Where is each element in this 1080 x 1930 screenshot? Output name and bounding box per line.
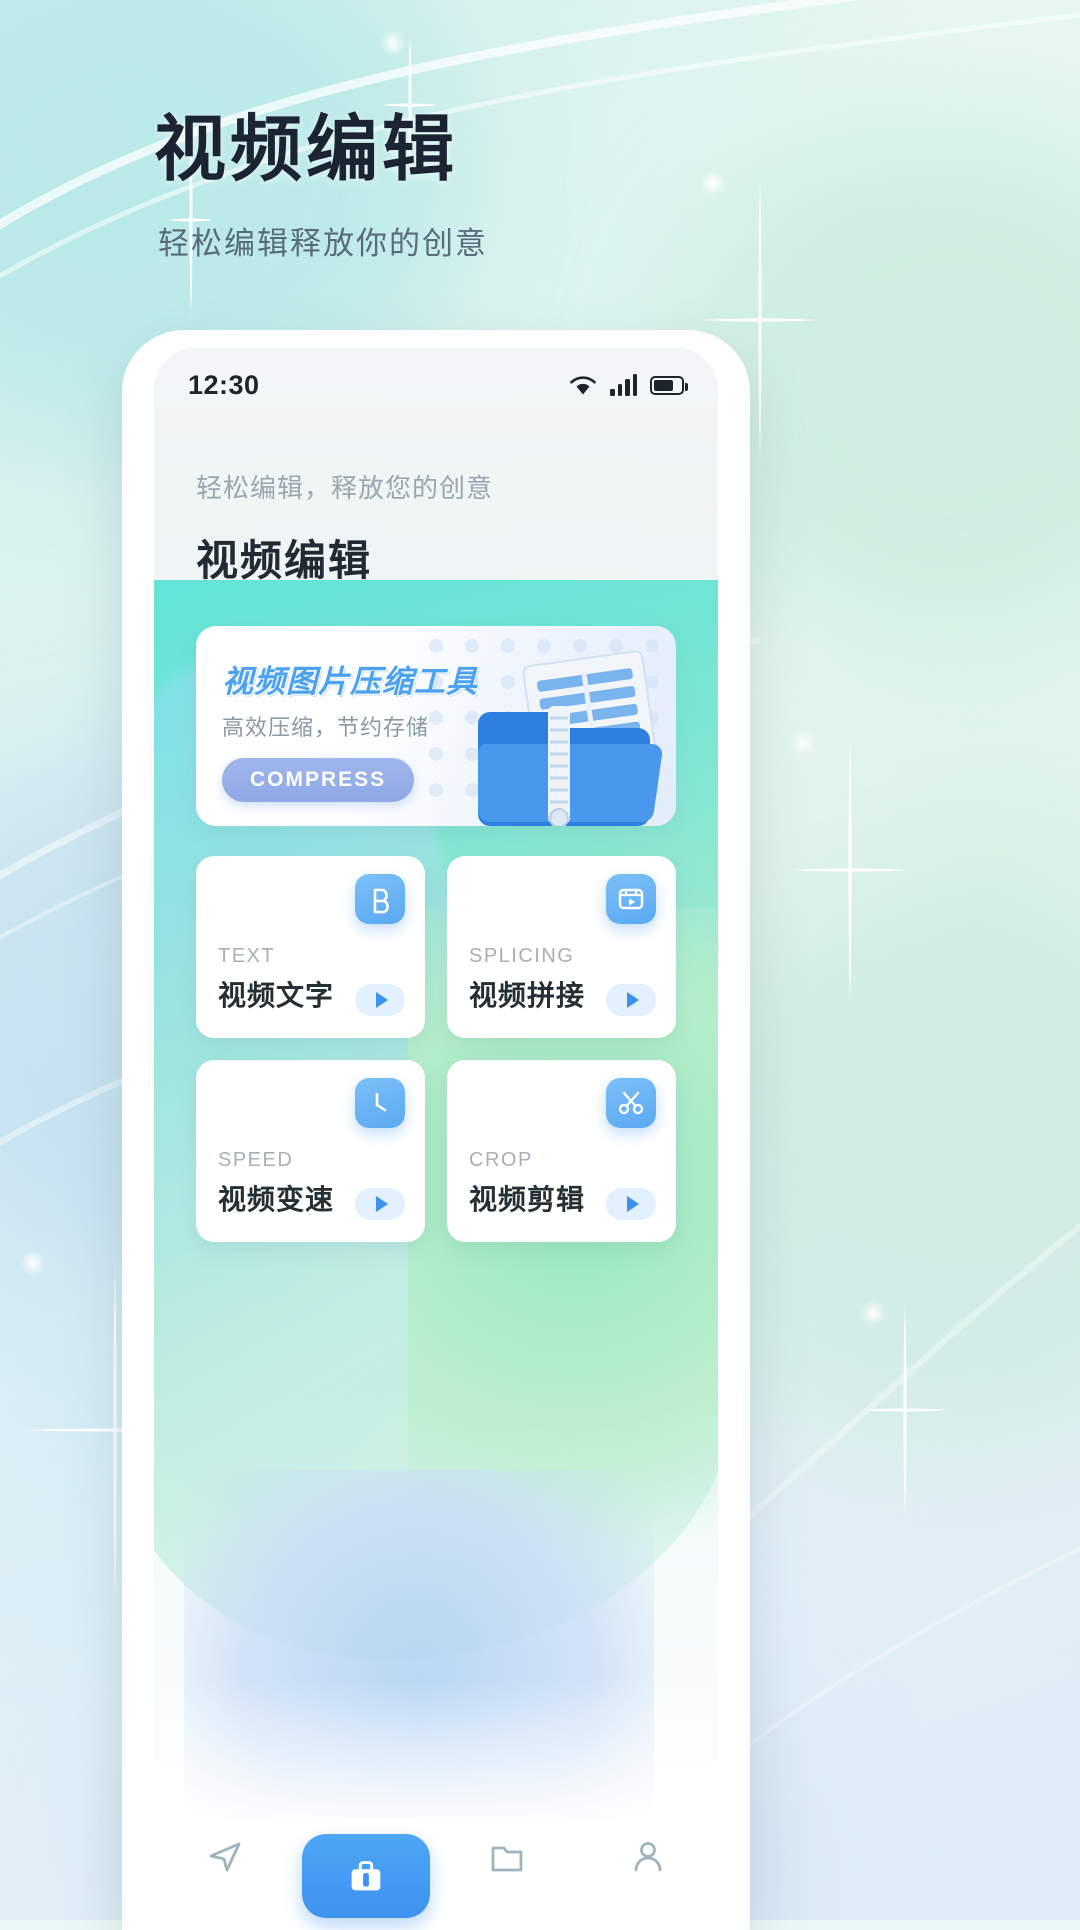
play-icon[interactable] [606, 984, 656, 1016]
status-bar: 12:30 [154, 348, 718, 422]
app-header: 轻松编辑，释放您的创意 视频编辑 [196, 468, 493, 588]
page-subtitle: 轻松编辑释放你的创意 [158, 226, 488, 261]
bold-b-icon [355, 874, 405, 924]
feature-card-en-label: TEXT [218, 945, 276, 967]
banner-subtitle: 高效压缩，节约存储 [222, 715, 430, 740]
feature-card-crop[interactable]: CROP 视频剪辑 [447, 1060, 676, 1242]
nav-item-send[interactable] [165, 1834, 285, 1878]
feature-card-splicing[interactable]: SPLICING 视频拼接 [447, 856, 676, 1038]
person-icon [626, 1834, 670, 1878]
page-title: 视频编辑 [154, 110, 459, 190]
battery-icon [650, 375, 688, 395]
scissors-icon [606, 1078, 656, 1128]
feature-card-cn-label: 视频变速 [218, 1184, 335, 1215]
nav-item-files[interactable] [447, 1834, 567, 1878]
play-icon[interactable] [355, 984, 405, 1016]
play-icon[interactable] [355, 1188, 405, 1220]
send-plane-icon [203, 1834, 247, 1878]
feature-card-cn-label: 视频文字 [218, 980, 335, 1011]
feature-card-cn-label: 视频剪辑 [469, 1184, 586, 1215]
status-time: 12:30 [188, 369, 260, 400]
feature-grid: TEXT 视频文字 SPLICING 视频拼接 SPEED 视频变速 CROP … [196, 856, 676, 1242]
banner-title: 视频图片压缩工具 [222, 664, 478, 699]
app-header-subtitle: 轻松编辑，释放您的创意 [196, 473, 494, 503]
feature-card-cn-label: 视频拼接 [469, 980, 586, 1011]
nav-item-profile[interactable] [588, 1834, 708, 1878]
play-icon[interactable] [606, 1188, 656, 1220]
nav-item-tools[interactable] [301, 1834, 430, 1918]
phone-mockup: 12:30 轻松编辑，释放您的创意 视频编辑 视频图片压缩工具 高效压缩，节约存… [122, 330, 750, 1930]
toolbox-icon[interactable] [301, 1834, 430, 1918]
phone-screen: 12:30 轻松编辑，释放您的创意 视频编辑 视频图片压缩工具 高效压缩，节约存… [154, 348, 718, 1930]
bottom-nav-bar [154, 1818, 718, 1930]
cellular-signal-icon [610, 374, 637, 396]
folder-icon [485, 1834, 529, 1878]
feature-card-speed[interactable]: SPEED 视频变速 [196, 1060, 425, 1242]
status-icons [569, 374, 688, 396]
wifi-icon [569, 375, 597, 396]
feature-card-en-label: CROP [469, 1149, 533, 1171]
film-play-icon [606, 874, 656, 924]
app-header-title: 视频编辑 [196, 537, 373, 584]
feature-card-en-label: SPEED [218, 1149, 294, 1171]
folder-documents-illustration [477, 650, 663, 826]
clock-icon [355, 1078, 405, 1128]
compress-promo-banner[interactable]: 视频图片压缩工具 高效压缩，节约存储 COMPRESS [196, 626, 676, 826]
feature-card-text[interactable]: TEXT 视频文字 [196, 856, 425, 1038]
compress-button[interactable]: COMPRESS [222, 758, 415, 802]
feature-card-en-label: SPLICING [469, 945, 575, 967]
